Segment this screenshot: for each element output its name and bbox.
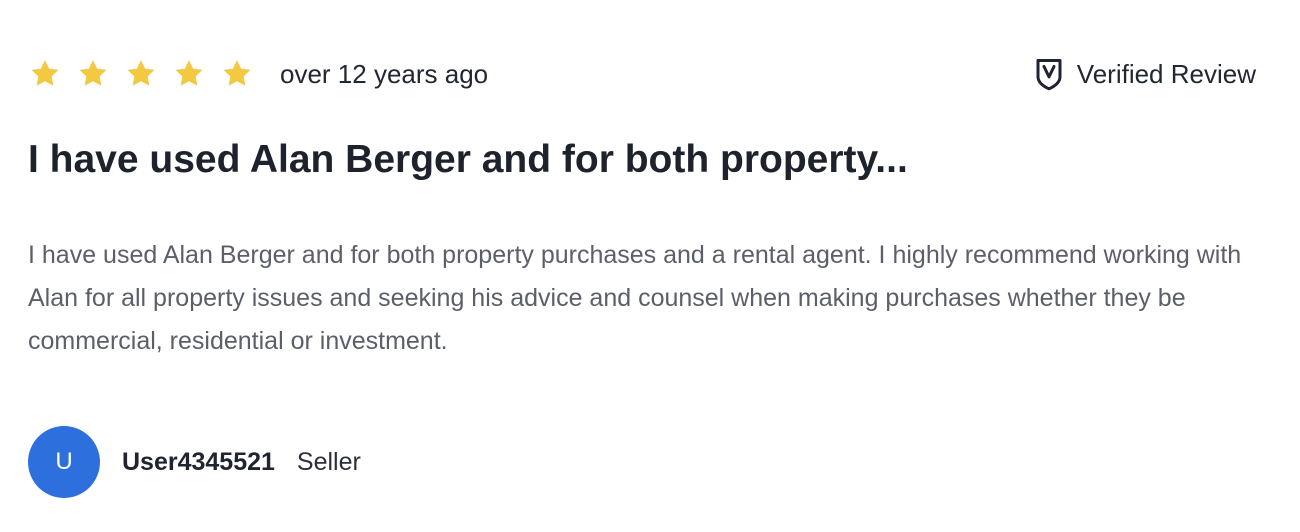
verified-review-badge: Verified Review	[1033, 54, 1256, 94]
review-body: I have used Alan Berger and for both pro…	[28, 241, 1242, 355]
avatar: U	[28, 426, 100, 498]
author-role: Seller	[296, 447, 361, 476]
verified-shield-icon	[1033, 56, 1065, 92]
review-card: over 12 years ago Verified Review I have…	[0, 0, 1300, 532]
star-icon	[76, 57, 110, 91]
star-icon	[124, 57, 158, 91]
star-rating	[28, 56, 254, 92]
verified-review-label: Verified Review	[1076, 59, 1256, 89]
star-icon	[28, 57, 62, 91]
star-icon	[220, 57, 254, 91]
review-author: U User4345521 Seller	[28, 426, 361, 498]
review-time: over 12 years ago	[280, 59, 489, 89]
star-icon	[172, 57, 206, 91]
author-name: User4345521	[122, 447, 275, 476]
review-meta-row: over 12 years ago Verified Review	[28, 52, 1258, 96]
review-title: I have used Alan Berger and for both pro…	[28, 138, 908, 181]
